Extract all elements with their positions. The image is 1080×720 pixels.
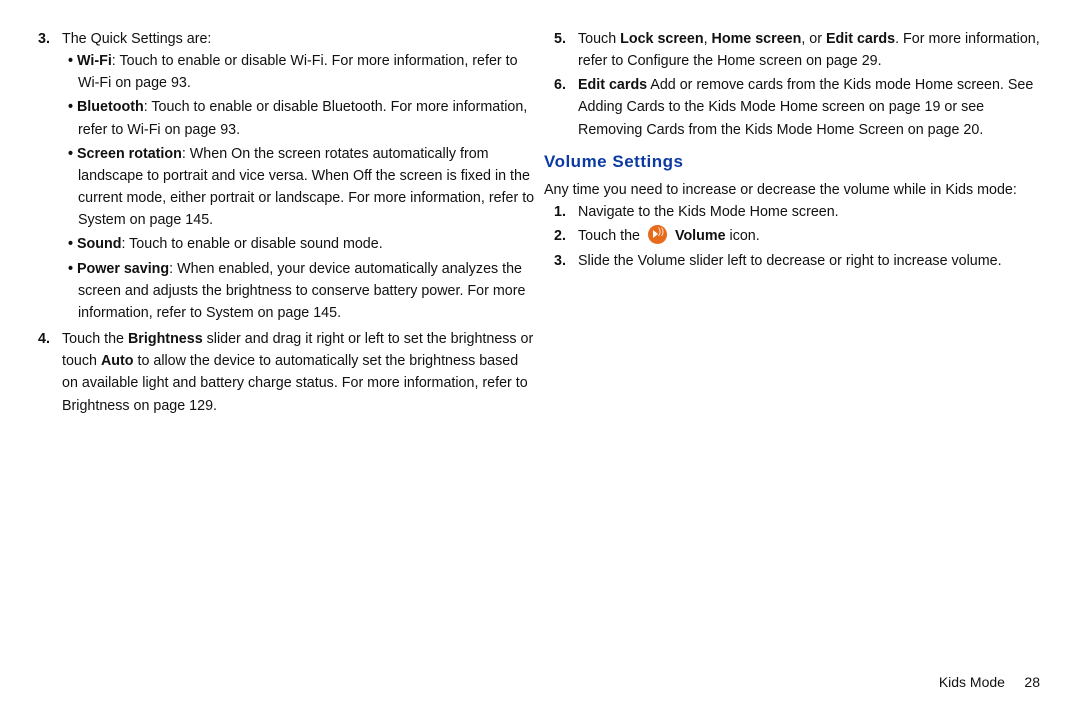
step-body: Touch the )) Volume icon. — [578, 225, 1052, 247]
vol-step-1: 1. Navigate to the Kids Mode Home screen… — [544, 201, 1052, 223]
ref-link: System — [78, 212, 126, 228]
step-intro: The Quick Settings are: — [62, 28, 536, 50]
bold-brightness: Brightness — [128, 331, 203, 347]
left-column: 3. The Quick Settings are: Wi-Fi: Touch … — [28, 28, 540, 419]
bullet-sound: Sound: Touch to enable or disable sound … — [62, 233, 536, 255]
step-4: 4. Touch the Brightness slider and drag … — [28, 328, 536, 417]
section-heading-volume: Volume Settings — [544, 149, 1052, 175]
bullet-label: Power saving — [77, 261, 169, 277]
step-5: 5. Touch Lock screen, Home screen, or Ed… — [544, 28, 1052, 72]
section-intro: Any time you need to increase or decreas… — [544, 179, 1052, 201]
step-num: 2. — [544, 225, 578, 247]
vol-step-2: 2. Touch the )) Volume icon. — [544, 225, 1052, 247]
step-3: 3. The Quick Settings are: Wi-Fi: Touch … — [28, 28, 536, 326]
bullet-label: Sound — [77, 236, 121, 252]
step-num: 6. — [544, 74, 578, 140]
step-body: Edit cards Add or remove cards from the … — [578, 74, 1052, 140]
page-number: 28 — [1024, 674, 1040, 690]
step-body: Navigate to the Kids Mode Home screen. — [578, 201, 1052, 223]
ref-link: Adding Cards to the Kids Mode Home scree… — [578, 99, 869, 115]
step-body: The Quick Settings are: Wi-Fi: Touch to … — [62, 28, 536, 326]
ref-link: Brightness — [62, 398, 134, 414]
bullet-bluetooth: Bluetooth: Touch to enable or disable Bl… — [62, 96, 536, 140]
step-num: 1. — [544, 201, 578, 223]
bullet-label: Wi-Fi — [77, 53, 112, 69]
bullet-wifi: Wi-Fi: Touch to enable or disable Wi-Fi.… — [62, 50, 536, 94]
volume-icon: )) — [648, 225, 667, 244]
ref-link: Removing Cards from the Kids Mode Home S… — [578, 122, 908, 138]
step-num: 3. — [544, 250, 578, 272]
page: 3. The Quick Settings are: Wi-Fi: Touch … — [0, 0, 1080, 419]
step-num: 4. — [28, 328, 62, 417]
step-num: 3. — [28, 28, 62, 326]
step-num: 5. — [544, 28, 578, 72]
step-body: Slide the Volume slider left to decrease… — [578, 250, 1052, 272]
ref-link: System — [206, 305, 254, 321]
bullet-label: Screen rotation — [77, 146, 182, 162]
bullet-power-saving: Power saving: When enabled, your device … — [62, 258, 536, 324]
step-body: Touch the Brightness slider and drag it … — [62, 328, 536, 417]
bold-auto: Auto — [101, 353, 134, 369]
page-footer: Kids Mode 28 — [939, 672, 1040, 694]
step-6: 6. Edit cards Add or remove cards from t… — [544, 74, 1052, 140]
right-column: 5. Touch Lock screen, Home screen, or Ed… — [540, 28, 1052, 419]
ref-link: Wi-Fi — [127, 122, 160, 138]
bullet-label: Bluetooth — [77, 99, 144, 115]
section-name: Kids Mode — [939, 674, 1005, 690]
ref-link: Wi-Fi — [78, 75, 111, 91]
step-body: Touch Lock screen, Home screen, or Edit … — [578, 28, 1052, 72]
bullet-screen-rotation: Screen rotation: When On the screen rota… — [62, 143, 536, 232]
ref-link: Configure the Home screen — [627, 53, 806, 69]
vol-step-3: 3. Slide the Volume slider left to decre… — [544, 250, 1052, 272]
